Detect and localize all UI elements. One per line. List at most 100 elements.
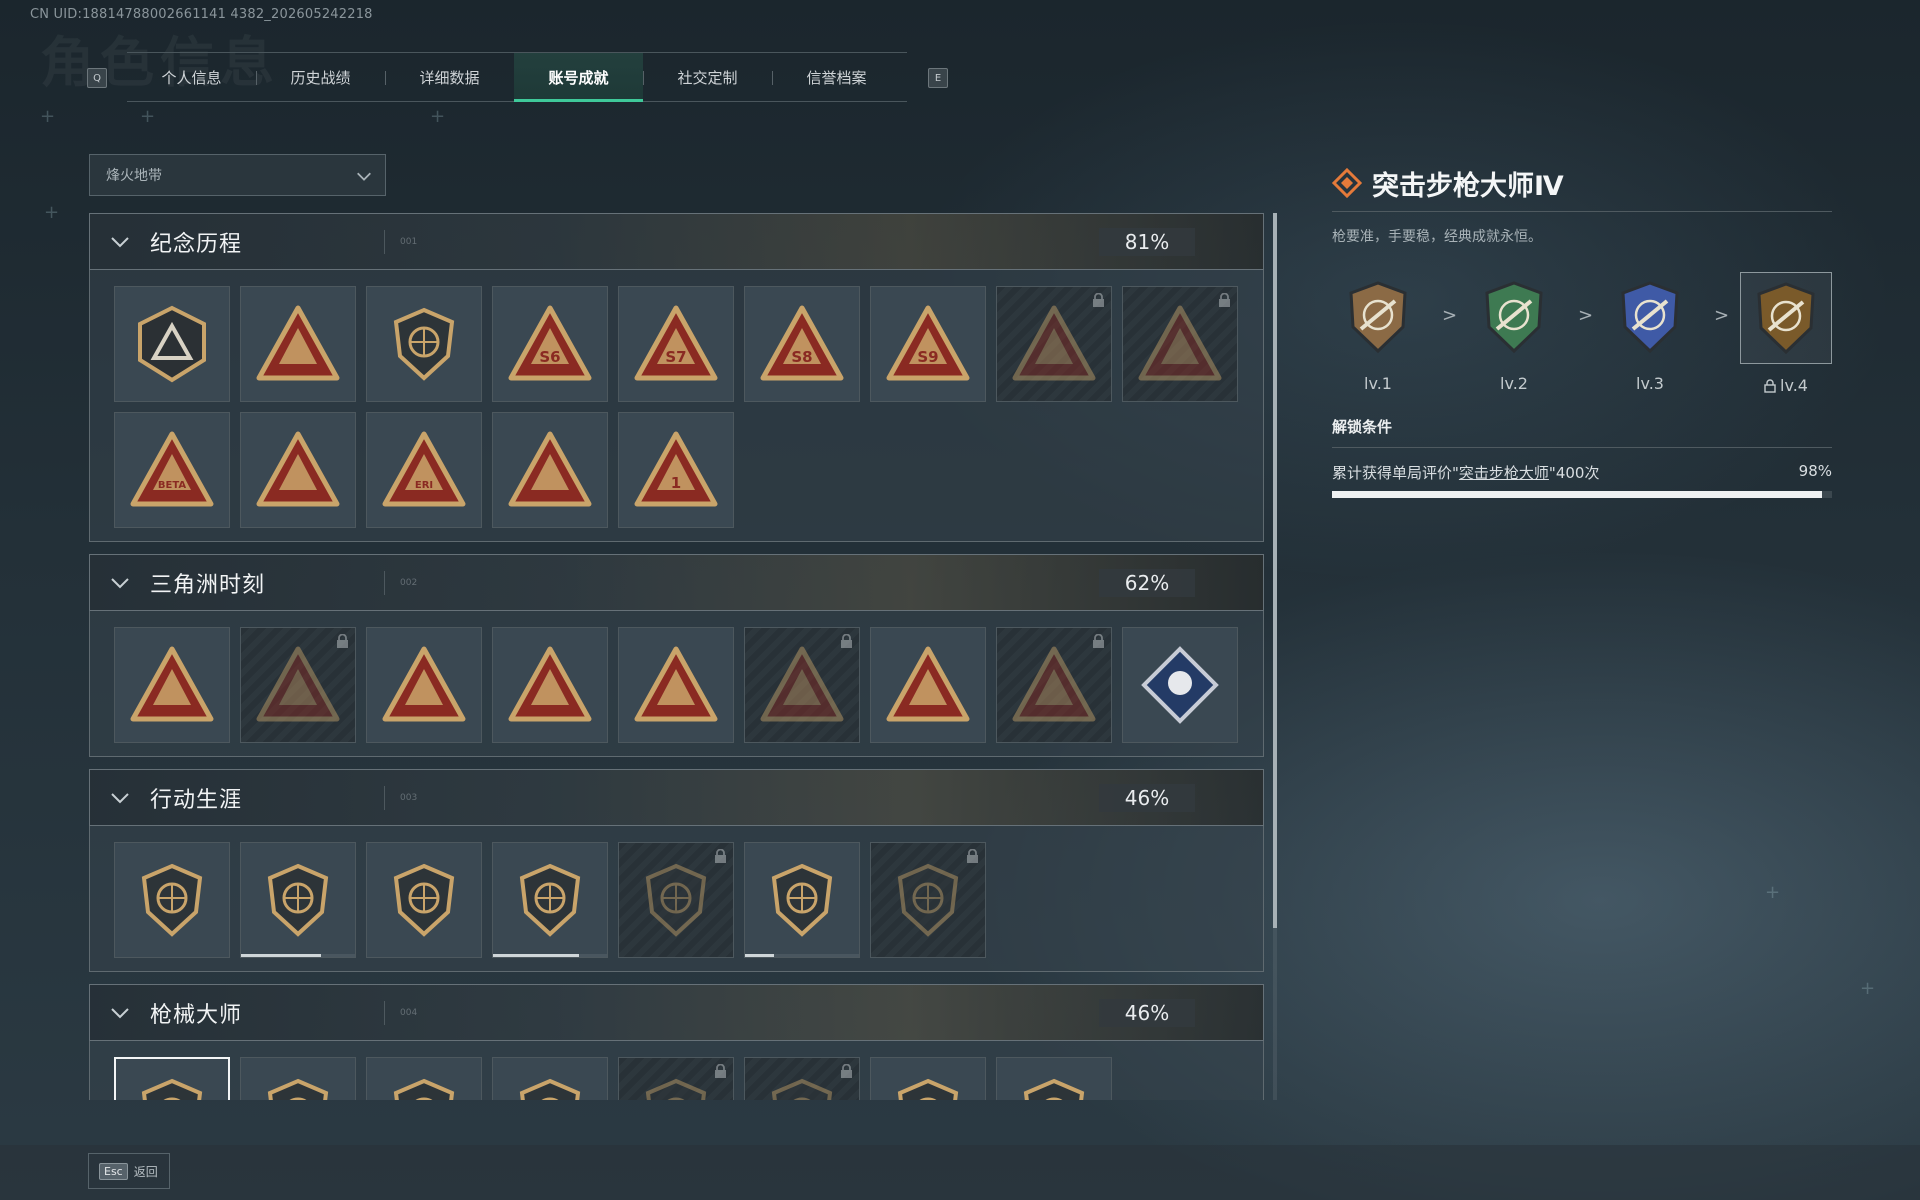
achievement-badge[interactable] (114, 1057, 230, 1100)
achievement-badge[interactable] (870, 842, 986, 958)
section-percent: 81% (1099, 228, 1195, 256)
season-s7-badge-icon: S7 (633, 304, 719, 384)
scrollbar-thumb[interactable] (1273, 213, 1277, 928)
achievement-badge[interactable] (996, 1057, 1112, 1100)
level-label: lv.4 (1780, 376, 1808, 395)
tab-5[interactable]: 信誉档案 (772, 53, 901, 101)
achievement-badge[interactable] (870, 1057, 986, 1100)
achievement-badge[interactable] (492, 842, 608, 958)
achievement-badge[interactable]: BETA (114, 412, 230, 528)
achievement-section: 三角洲时刻 002 62% (89, 554, 1264, 757)
badge-progress-bar (745, 954, 859, 957)
achievement-badge[interactable] (366, 286, 482, 402)
next-tab-key[interactable]: E (928, 68, 948, 88)
achievement-detail-panel: 突击步枪大师Ⅳ 枪要准，手要稳，经典成就永恒。 lv.1 > lv.2 > lv.3… (1332, 163, 1832, 498)
triangle-shield-icon (132, 304, 212, 384)
level-item[interactable]: lv.2 (1468, 272, 1560, 393)
tab-0[interactable]: 个人信息 (127, 53, 256, 101)
mode-filter-dropdown[interactable]: 烽火地带 (89, 154, 386, 196)
section-number: 003 (400, 792, 418, 803)
squad-badge-icon (633, 645, 719, 725)
section-divider (384, 230, 385, 254)
crosshair-mark-icon: + (40, 106, 56, 127)
achievement-badge[interactable] (492, 412, 608, 528)
achievement-badge[interactable] (114, 286, 230, 402)
section-header[interactable]: 枪械大师 004 46% (89, 984, 1264, 1041)
chevron-down-icon (357, 172, 371, 181)
lock-icon (1219, 293, 1230, 307)
section-title: 枪械大师 (150, 1002, 243, 1028)
achievement-badge[interactable] (366, 627, 482, 743)
achievement-badge[interactable]: S6 (492, 286, 608, 402)
beta-badge-icon: BETA (129, 430, 215, 510)
achievement-badge[interactable] (240, 412, 356, 528)
achievement-badge[interactable]: S7 (618, 286, 734, 402)
achievement-badge[interactable] (618, 1057, 734, 1100)
achievement-badge[interactable] (240, 286, 356, 402)
achievement-badge[interactable]: S9 (870, 286, 986, 402)
achievement-badge[interactable] (1122, 627, 1238, 743)
badge-progress-bar (241, 954, 355, 957)
achievement-badge[interactable] (114, 627, 230, 743)
level-track: lv.1 > lv.2 > lv.3 > lv.4 (1332, 272, 1832, 395)
achievement-badge[interactable] (618, 627, 734, 743)
lmg-master-icon (636, 1075, 716, 1100)
dragon-badge-icon (1011, 645, 1097, 725)
achievement-badge[interactable] (240, 842, 356, 958)
section-percent: 46% (1099, 784, 1195, 812)
tab-2[interactable]: 详细数据 (385, 53, 514, 101)
list-scrollbar[interactable] (1273, 213, 1277, 1100)
prev-tab-key[interactable]: Q (87, 68, 107, 88)
crosshair-mark-icon: + (44, 202, 60, 223)
rifle-shield-level-icon (1740, 272, 1832, 364)
achievement-badge[interactable] (240, 1057, 356, 1100)
operator-portrait-badge-icon (1011, 304, 1097, 384)
achievement-badge[interactable] (366, 842, 482, 958)
achievement-badge[interactable] (492, 1057, 608, 1100)
back-button[interactable]: Esc 返回 (88, 1153, 170, 1189)
condition-link[interactable]: 突击步枪大师 (1459, 464, 1549, 482)
unlock-condition-percent: 98% (1798, 462, 1832, 480)
section-divider (384, 571, 385, 595)
badge-text: S8 (791, 348, 812, 366)
footer-bar (0, 1145, 1920, 1200)
achievement-badge[interactable]: S8 (744, 286, 860, 402)
achievement-badge[interactable] (870, 627, 986, 743)
section-header[interactable]: 三角洲时刻 002 62% (89, 554, 1264, 611)
lock-icon (1764, 378, 1776, 393)
eri-globe-badge-icon: ERI (381, 430, 467, 510)
badge-text: S6 (539, 348, 560, 366)
achievement-badge[interactable] (114, 842, 230, 958)
achievement-badge[interactable] (240, 627, 356, 743)
crosshair-mark-icon: + (140, 106, 156, 127)
lock-icon (715, 849, 726, 863)
achievement-badge[interactable] (744, 1057, 860, 1100)
section-badge-grid (89, 826, 1264, 972)
achievement-badge[interactable] (996, 627, 1112, 743)
rifle-shield-level-icon (1469, 272, 1559, 362)
achievement-section: 行动生涯 003 46% (89, 769, 1264, 972)
achievement-badge[interactable] (366, 1057, 482, 1100)
achievement-badge[interactable] (618, 842, 734, 958)
achievement-badge[interactable] (744, 842, 860, 958)
achievement-badge[interactable]: ERI (366, 412, 482, 528)
level-item[interactable]: lv.1 (1332, 272, 1424, 393)
achievement-badge[interactable] (996, 286, 1112, 402)
achievement-badge[interactable]: 1 (618, 412, 734, 528)
tab-3[interactable]: 账号成就 (514, 53, 643, 102)
detail-title: 突击步枪大师Ⅳ (1372, 170, 1564, 202)
tab-4[interactable]: 社交定制 (643, 53, 772, 101)
section-header[interactable]: 纪念历程 001 81% (89, 213, 1264, 270)
tab-1[interactable]: 历史战绩 (256, 53, 385, 101)
achievement-list[interactable]: 纪念历程 001 81% S6 S7 S8 S9 BETA ERI 1 三角洲时刻 002 … (89, 213, 1264, 1100)
achievement-badge[interactable] (1122, 286, 1238, 402)
hexagon-emblem-icon (384, 304, 464, 384)
section-title: 纪念历程 (150, 231, 243, 257)
achievement-badge[interactable] (492, 627, 608, 743)
badge-text: S7 (665, 348, 686, 366)
season-s6-badge-icon: S6 (507, 304, 593, 384)
level-item[interactable]: lv.4 (1740, 272, 1832, 395)
achievement-badge[interactable] (744, 627, 860, 743)
level-item[interactable]: lv.3 (1604, 272, 1696, 393)
section-header[interactable]: 行动生涯 003 46% (89, 769, 1264, 826)
